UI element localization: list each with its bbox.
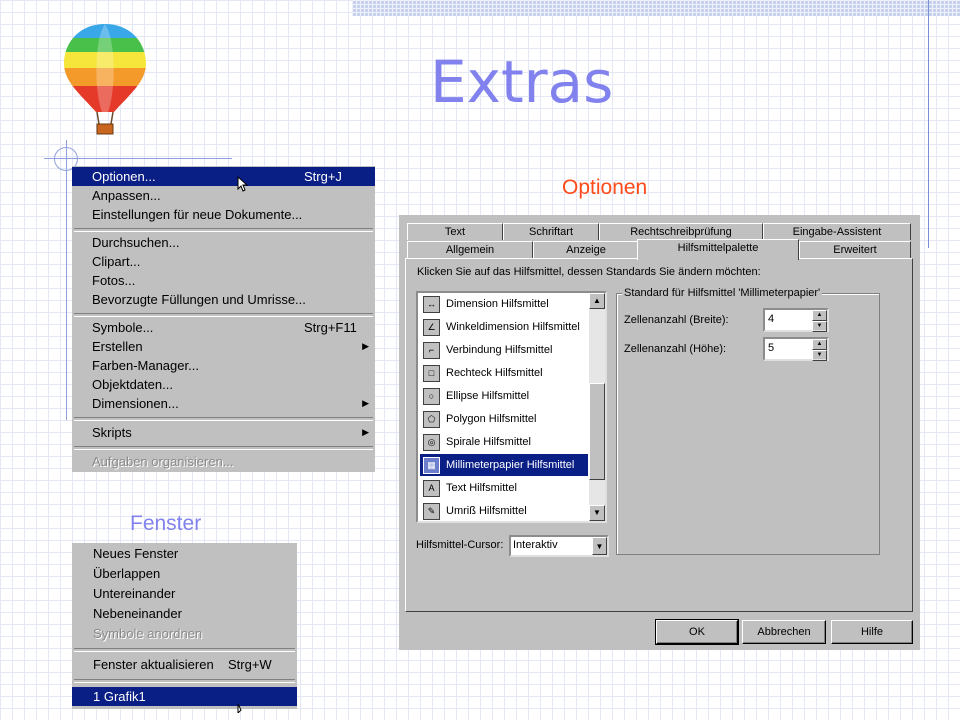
settings-groupbox bbox=[616, 293, 880, 555]
tool-listbox[interactable]: ↔ Dimension Hilfsmittel ∠ Winkeldimensio… bbox=[416, 291, 607, 523]
decorative-vertical-line bbox=[928, 0, 929, 248]
menu-item-durchsuchen[interactable]: Durchsuchen... bbox=[72, 233, 375, 252]
menu-item-einstellungen[interactable]: Einstellungen für neue Dokumente... bbox=[72, 205, 375, 224]
groupbox-title: Standard für Hilfsmittel 'Millimeterpapi… bbox=[622, 287, 823, 299]
mouse-cursor-icon bbox=[237, 176, 249, 192]
list-item-dimension[interactable]: ↔ Dimension Hilfsmittel bbox=[420, 293, 588, 315]
spin-up-icon[interactable]: ▲ bbox=[812, 339, 827, 350]
text-icon: A bbox=[423, 480, 440, 497]
tab-anzeige[interactable]: Anzeige bbox=[533, 241, 639, 258]
optionen-label: Optionen bbox=[562, 176, 648, 199]
menu-item-objektdaten[interactable]: Objektdaten... bbox=[72, 375, 375, 394]
angle-dimension-icon: ∠ bbox=[423, 319, 440, 336]
menu-item-optionen[interactable]: Optionen... Strg+J bbox=[72, 167, 375, 186]
submenu-arrow-icon: ▶ bbox=[362, 341, 369, 351]
spin-up-icon[interactable]: ▲ bbox=[812, 310, 827, 321]
menu-item-ueberlappen[interactable]: Überlappen bbox=[72, 564, 297, 583]
mouse-cursor-icon bbox=[237, 703, 242, 713]
menu-item-anpassen[interactable]: Anpassen... bbox=[72, 186, 375, 205]
tab-rechtschreibpruefung[interactable]: Rechtschreibprüfung bbox=[599, 223, 763, 240]
menu-item-bevorzugte-fuellungen[interactable]: Bevorzugte Füllungen und Umrisse... bbox=[72, 290, 375, 309]
cursor-dropdown[interactable]: Interaktiv ▼ bbox=[509, 535, 609, 557]
cancel-button[interactable]: Abbrechen bbox=[742, 620, 826, 644]
instruction-text: Klicken Sie auf das Hilfsmittel, dessen … bbox=[417, 266, 761, 278]
menu-item-neues-fenster[interactable]: Neues Fenster bbox=[72, 544, 297, 563]
list-item-ellipse[interactable]: ○ Ellipse Hilfsmittel bbox=[420, 385, 588, 407]
menu-item-skripts[interactable]: Skripts ▶ bbox=[72, 423, 375, 442]
height-spinner[interactable]: 5 ▲ ▼ bbox=[763, 337, 829, 361]
spin-down-icon[interactable]: ▼ bbox=[812, 321, 827, 332]
fenster-label: Fenster bbox=[130, 512, 202, 535]
top-pattern-band bbox=[352, 0, 960, 16]
menu-item-symbole-anordnen: Symbole anordnen bbox=[93, 626, 203, 641]
list-item-winkeldimension[interactable]: ∠ Winkeldimension Hilfsmittel bbox=[420, 316, 588, 338]
chevron-down-icon[interactable]: ▼ bbox=[592, 537, 607, 555]
width-label: Zellenanzahl (Breite): bbox=[624, 314, 729, 326]
list-item-umriss[interactable]: ✎ Umriß Hilfsmittel bbox=[420, 500, 588, 521]
slide-title: Extras bbox=[430, 48, 614, 116]
menu-item-farben-manager[interactable]: Farben-Manager... bbox=[72, 356, 375, 375]
tab-allgemein[interactable]: Allgemein bbox=[407, 241, 533, 258]
connector-icon: ⌐ bbox=[423, 342, 440, 359]
spin-down-icon[interactable]: ▼ bbox=[812, 350, 827, 361]
list-item-millimeterpapier[interactable]: ▦ Millimeterpapier Hilfsmittel bbox=[420, 454, 588, 476]
tab-hilfsmittelpalette[interactable]: Hilfsmittelpalette bbox=[637, 239, 799, 260]
ellipse-icon: ○ bbox=[423, 388, 440, 405]
menu-separator bbox=[74, 228, 373, 232]
hot-air-balloon-icon bbox=[64, 24, 146, 135]
menu-item-erstellen[interactable]: Erstellen ▶ bbox=[72, 337, 375, 356]
width-spinner[interactable]: 4 ▲ ▼ bbox=[763, 308, 829, 332]
extras-menu: Optionen... Strg+J Anpassen... Einstellu… bbox=[72, 166, 375, 472]
submenu-arrow-icon: ▶ bbox=[362, 427, 369, 437]
tab-text[interactable]: Text bbox=[407, 223, 503, 240]
menu-item-fenster-aktualisieren[interactable]: Fenster aktualisieren Strg+W bbox=[72, 655, 297, 674]
tab-eingabe-assistent[interactable]: Eingabe-Assistent bbox=[763, 223, 911, 240]
menu-item-symbole[interactable]: Symbole... Strg+F11 bbox=[72, 318, 375, 337]
polygon-icon: ⬠ bbox=[423, 411, 440, 428]
menu-item-clipart[interactable]: Clipart... bbox=[72, 252, 375, 271]
outline-pen-icon: ✎ bbox=[423, 503, 440, 520]
list-item-polygon[interactable]: ⬠ Polygon Hilfsmittel bbox=[420, 408, 588, 430]
ok-button[interactable]: OK bbox=[655, 619, 739, 645]
tab-erweitert[interactable]: Erweitert bbox=[799, 241, 911, 258]
menu-separator bbox=[74, 313, 373, 317]
scroll-up-icon[interactable]: ▲ bbox=[589, 293, 605, 309]
help-button[interactable]: Hilfe bbox=[831, 620, 913, 644]
height-label: Zellenanzahl (Höhe): bbox=[624, 343, 727, 355]
graph-paper-icon: ▦ bbox=[423, 457, 440, 474]
menu-item-nebeneinander[interactable]: Nebeneinander bbox=[72, 604, 297, 623]
list-item-spirale[interactable]: ◎ Spirale Hilfsmittel bbox=[420, 431, 588, 453]
list-scrollbar[interactable]: ▲ ▼ bbox=[589, 293, 605, 521]
scroll-down-icon[interactable]: ▼ bbox=[589, 505, 605, 521]
dimension-icon: ↔ bbox=[423, 296, 440, 313]
menu-item-dimensionen[interactable]: Dimensionen... ▶ bbox=[72, 394, 375, 413]
menu-item-fotos[interactable]: Fotos... bbox=[72, 271, 375, 290]
menu-separator bbox=[74, 446, 373, 450]
fenster-menu: Neues Fenster Überlappen Untereinander N… bbox=[72, 543, 297, 709]
scroll-thumb[interactable] bbox=[589, 383, 605, 480]
cursor-label: Hilfsmittel-Cursor: bbox=[416, 539, 504, 551]
menu-item-untereinander[interactable]: Untereinander bbox=[72, 584, 297, 603]
spiral-icon: ◎ bbox=[423, 434, 440, 451]
rectangle-icon: □ bbox=[423, 365, 440, 382]
menu-item-grafik1[interactable]: 1 Grafik1 bbox=[72, 687, 297, 706]
decorative-crosshair-vertical bbox=[66, 140, 67, 420]
optionen-dialog: Text Schriftart Rechtschreibprüfung Eing… bbox=[399, 215, 920, 650]
menu-separator bbox=[74, 417, 373, 421]
menu-separator bbox=[74, 648, 295, 652]
list-item-verbindung[interactable]: ⌐ Verbindung Hilfsmittel bbox=[420, 339, 588, 361]
tab-schriftart[interactable]: Schriftart bbox=[503, 223, 599, 240]
submenu-arrow-icon: ▶ bbox=[362, 398, 369, 408]
list-item-rechteck[interactable]: □ Rechteck Hilfsmittel bbox=[420, 362, 588, 384]
menu-item-aufgaben-organisieren: Aufgaben organisieren... bbox=[92, 454, 234, 469]
menu-separator bbox=[74, 679, 295, 683]
list-item-text[interactable]: A Text Hilfsmittel bbox=[420, 477, 588, 499]
